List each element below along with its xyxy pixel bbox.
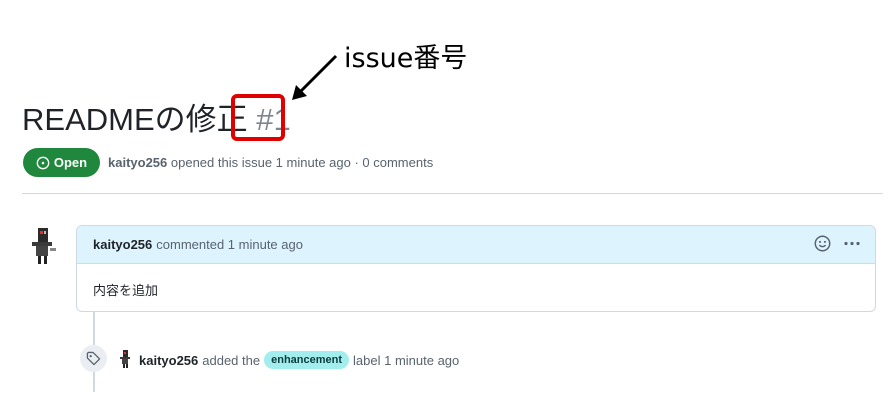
annotation-label: issue番号 [344, 43, 468, 74]
issue-opened-icon [36, 156, 50, 169]
issue-state-label: Open [53, 155, 88, 170]
comment-time[interactable]: commented 1 minute ago [156, 237, 303, 252]
label-chip[interactable]: enhancement [264, 351, 350, 369]
issue-title-text: READMEの修正 [22, 102, 248, 137]
event-post-text: label 1 minute ago [353, 352, 460, 368]
issue-author-link[interactable]: kaityo256 [108, 155, 167, 170]
comment-header: kaityo256 commented 1 minute ago [77, 226, 875, 264]
issue-meta-text: opened this issue 1 minute ago · 0 comme… [170, 155, 434, 170]
avatar[interactable] [30, 228, 58, 264]
smiley-icon[interactable] [814, 235, 831, 252]
issue-number-highlight [231, 94, 285, 141]
event-author-link[interactable]: kaityo256 [139, 353, 198, 368]
event-icon-badge [80, 345, 107, 372]
tag-icon [86, 351, 101, 366]
issue-state-badge: Open [23, 148, 100, 177]
event-avatar[interactable] [119, 350, 133, 368]
comment-author-link[interactable]: kaityo256 [93, 237, 152, 252]
comment-body: 内容を追加 [93, 283, 159, 298]
kebab-icon[interactable] [843, 235, 861, 252]
label-event: kaityo256 added the enhancement label 1 … [139, 351, 459, 369]
comment-box: kaityo256 commented 1 minute ago 内容を追加 [76, 225, 876, 312]
header-divider [22, 193, 883, 194]
arrow-icon [292, 54, 338, 100]
comment-actions [814, 235, 861, 252]
event-pre-text: added the [202, 352, 261, 368]
issue-meta: kaityo256 opened this issue 1 minute ago… [108, 155, 433, 170]
